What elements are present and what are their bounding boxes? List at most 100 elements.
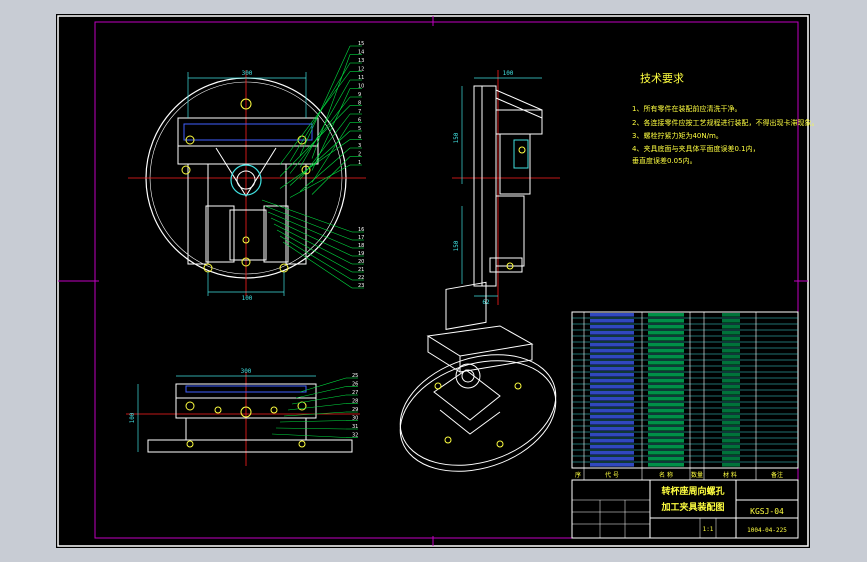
parts-entry-code — [590, 451, 634, 455]
tech-req-item: 1、所有零件在装配前应清洗干净。 — [632, 104, 741, 113]
part-number-label: 6 — [358, 118, 361, 124]
part-number-label: 7 — [358, 109, 361, 115]
parts-entry-code — [590, 349, 634, 353]
parts-entry-material — [722, 313, 740, 317]
dim-side-height-lower: 150 — [453, 240, 460, 251]
part-number-label: 18 — [358, 243, 364, 249]
parts-entry-name — [648, 451, 684, 455]
parts-entry-material — [722, 439, 740, 443]
parts-entry-code — [590, 457, 634, 461]
parts-entry-material — [722, 445, 740, 449]
parts-entry-material — [722, 337, 740, 341]
parts-entry-code — [590, 433, 634, 437]
part-number-label: 5 — [358, 126, 361, 132]
parts-entry-name — [648, 457, 684, 461]
part-number-label: 29 — [352, 407, 358, 413]
part-number-label: 30 — [352, 416, 358, 422]
parts-entry-material — [722, 415, 740, 419]
parts-entry-name — [648, 337, 684, 341]
part-number-label: 1 — [358, 160, 361, 166]
part-number-label: 23 — [358, 283, 364, 289]
part-number-label: 28 — [352, 399, 358, 405]
parts-entry-code — [590, 361, 634, 365]
part-number-label: 12 — [358, 67, 364, 73]
parts-entry-material — [722, 319, 740, 323]
tech-req-item: 垂直度误差0.05内。 — [632, 156, 697, 165]
parts-entry-code — [590, 463, 634, 467]
parts-entry-code — [590, 319, 634, 323]
parts-entry-code — [590, 403, 634, 407]
parts-entry-code — [590, 367, 634, 371]
parts-entry-code — [590, 421, 634, 425]
part-number-label: 11 — [358, 75, 364, 81]
part-number-label: 15 — [358, 41, 364, 47]
parts-entry-material — [722, 409, 740, 413]
parts-entry-name — [648, 433, 684, 437]
parts-entry-code — [590, 415, 634, 419]
part-number-label: 32 — [352, 433, 358, 439]
parts-entry-name — [648, 367, 684, 371]
parts-entry-material — [722, 325, 740, 329]
part-number-label: 22 — [358, 275, 364, 281]
tech-req-item: 4、夹具底面与夹具体平面度误差0.1内， — [632, 144, 760, 153]
dim-front-width: 300 — [241, 368, 252, 375]
parts-entry-name — [648, 415, 684, 419]
drawing-sheet: 300 100 151413121110987654321 1617181920… — [56, 14, 818, 548]
drawing-code: KGSJ-04 — [750, 507, 784, 516]
parts-entry-material — [722, 367, 740, 371]
parts-entry-name — [648, 397, 684, 401]
parts-entry-name — [648, 427, 684, 431]
parts-entry-name — [648, 379, 684, 383]
dim-side-width: 100 — [503, 70, 514, 77]
parts-entry-name — [648, 385, 684, 389]
part-number-label: 8 — [358, 101, 361, 107]
dim-top-bottom: 100 — [242, 295, 253, 302]
parts-entry-name — [648, 313, 684, 317]
parts-entry-code — [590, 355, 634, 359]
header-code: 代 号 — [605, 471, 619, 479]
parts-entry-material — [722, 385, 740, 389]
header-index: 序 — [575, 471, 581, 479]
tech-req-item: 2、各连接零件应按工艺规程进行装配，不得出现卡滞现象。 — [632, 118, 818, 127]
parts-entry-name — [648, 373, 684, 377]
parts-entry-material — [722, 451, 740, 455]
parts-entry-material — [722, 403, 740, 407]
parts-entry-material — [722, 331, 740, 335]
part-number-label: 25 — [352, 373, 358, 379]
parts-entry-code — [590, 385, 634, 389]
parts-entry-name — [648, 463, 684, 467]
parts-entry-material — [722, 421, 740, 425]
part-number-label: 20 — [358, 259, 364, 265]
parts-entry-material — [722, 349, 740, 353]
parts-entry-material — [722, 343, 740, 347]
parts-entry-code — [590, 445, 634, 449]
parts-entry-code — [590, 313, 634, 317]
parts-entry-name — [648, 361, 684, 365]
drawing-number: 1004-04-225 — [747, 527, 787, 534]
parts-entry-code — [590, 337, 634, 341]
drawing-title-line2: 加工夹具装配图 — [660, 501, 724, 513]
part-number-label: 10 — [358, 84, 364, 90]
parts-entry-material — [722, 391, 740, 395]
part-number-label: 31 — [352, 424, 358, 430]
part-number-label: 4 — [358, 135, 361, 141]
parts-entry-name — [648, 343, 684, 347]
part-number-label: 13 — [358, 58, 364, 64]
parts-entry-name — [648, 445, 684, 449]
parts-entry-code — [590, 379, 634, 383]
parts-entry-name — [648, 319, 684, 323]
part-number-label: 3 — [358, 143, 361, 149]
parts-entry-material — [722, 373, 740, 377]
part-number-label: 21 — [358, 267, 364, 273]
parts-entry-material — [722, 355, 740, 359]
parts-entry-name — [648, 349, 684, 353]
parts-entry-name — [648, 439, 684, 443]
drawing-title-line1: 转杯座周向螺孔 — [661, 485, 724, 497]
parts-entry-material — [722, 463, 740, 467]
parts-entry-name — [648, 409, 684, 413]
cad-viewport[interactable]: 300 100 15 14 13 12 11 10 9 8 7 6 5 4 3 2 1 16 17 18 19 20… — [0, 0, 867, 562]
parts-entry-material — [722, 397, 740, 401]
parts-entry-material — [722, 379, 740, 383]
parts-entry-code — [590, 325, 634, 329]
parts-entry-material — [722, 427, 740, 431]
